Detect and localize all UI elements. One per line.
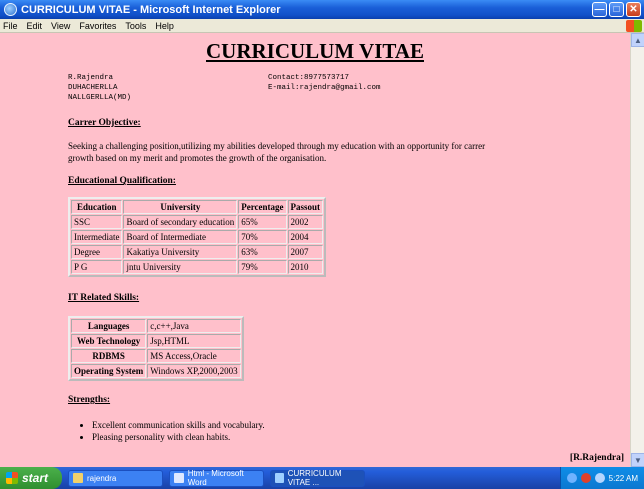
task-label: CURRICULUM VITAE ... <box>287 469 342 487</box>
table-cell: Board of Intermediate <box>123 230 238 244</box>
maximize-icon: □ <box>613 3 620 15</box>
vertical-scrollbar[interactable]: ▲ ▼ <box>630 33 644 467</box>
scroll-up-button[interactable]: ▲ <box>631 33 644 47</box>
minimize-button[interactable]: — <box>592 2 607 17</box>
table-row: P G jntu University 79% 2010 <box>71 260 324 274</box>
taskbar-item-ie[interactable]: CURRICULUM VITAE ... <box>270 469 365 487</box>
skill-label: RDBMS <box>71 349 147 363</box>
strengths-list: Excellent communication skills and vocab… <box>80 419 265 443</box>
table-cell: 65% <box>238 215 287 229</box>
skill-label: Web Technology <box>71 334 147 348</box>
objective-text: Seeking a challenging position,utilizing… <box>68 141 486 163</box>
table-cell: Intermediate <box>71 230 123 244</box>
security-icon[interactable] <box>580 473 591 483</box>
task-label: Html - Microsoft Word <box>187 469 244 487</box>
skill-value: MS Access,Oracle <box>147 349 241 363</box>
table-cell: SSC <box>71 215 123 229</box>
column-header: University <box>123 200 238 214</box>
task-label: rajendra <box>87 473 117 483</box>
candidate-name: R.Rajendra <box>68 74 114 82</box>
start-button[interactable]: start <box>0 467 62 489</box>
window-controls: — □ ✕ <box>592 2 641 17</box>
column-header: Passout <box>287 200 324 214</box>
table-cell: 2007 <box>287 245 324 259</box>
list-item: Pleasing personality with clean habits. <box>92 431 265 443</box>
education-heading: Educational Qualification: <box>68 176 176 186</box>
minimize-icon: — <box>594 3 605 15</box>
windows-flag-icon <box>6 472 18 484</box>
windows-logo-icon <box>626 20 642 32</box>
contact-block: Contact:8977573717 E-mail:rajendra@gmail… <box>268 73 381 93</box>
table-row: Intermediate Board of Intermediate 70% 2… <box>71 230 324 244</box>
objective-heading: Carrer Objective: <box>68 118 141 128</box>
clock: 5:22 AM <box>608 473 638 483</box>
page-title: CURRICULUM VITAE <box>206 39 424 63</box>
title-bar: CURRICULUM VITAE - Microsoft Internet Ex… <box>0 0 644 19</box>
start-label: start <box>22 471 49 485</box>
table-header-row: Education University Percentage Passout <box>71 200 324 214</box>
address-block: R.Rajendra DUHACHERLLA NALLGERLLA(MD) <box>68 73 131 103</box>
table-cell: 63% <box>238 245 287 259</box>
table-cell: Degree <box>71 245 123 259</box>
table-row: Degree Kakatiya University 63% 2007 <box>71 245 324 259</box>
skill-label: Operating System <box>71 364 147 378</box>
contact-email: E-mail:rajendra@gmail.com <box>268 84 381 92</box>
folder-icon <box>73 473 83 483</box>
table-row: Languages c,c++,Java <box>71 319 241 333</box>
table-cell: 2002 <box>287 215 324 229</box>
ie-task-icon <box>275 473 284 483</box>
skills-table: Languages c,c++,Java Web Technology Jsp,… <box>68 316 244 381</box>
word-icon <box>174 473 184 483</box>
close-button[interactable]: ✕ <box>626 2 641 17</box>
list-item: Excellent communication skills and vocab… <box>92 419 265 431</box>
table-cell: 2010 <box>287 260 324 274</box>
strengths-heading: Strengths: <box>68 395 111 405</box>
signature: [R.Rajendra] <box>569 453 624 463</box>
taskbar: start rajendra Html - Microsoft Word CUR… <box>0 467 644 489</box>
chevron-down-icon: ▼ <box>634 455 642 465</box>
menu-help[interactable]: Help <box>155 21 174 31</box>
menu-edit[interactable]: Edit <box>27 21 43 31</box>
volume-icon[interactable] <box>594 473 605 483</box>
table-row: Operating System Windows XP,2000,2003 <box>71 364 241 378</box>
scroll-down-button[interactable]: ▼ <box>631 453 644 467</box>
table-cell: Kakatiya University <box>123 245 238 259</box>
skill-value: Windows XP,2000,2003 <box>147 364 241 378</box>
table-cell: 2004 <box>287 230 324 244</box>
table-cell: P G <box>71 260 123 274</box>
address-line-1: DUHACHERLLA <box>68 84 118 92</box>
table-cell: jntu University <box>123 260 238 274</box>
contact-phone: Contact:8977573717 <box>268 74 350 82</box>
menu-favorites[interactable]: Favorites <box>79 21 116 31</box>
skill-value: c,c++,Java <box>147 319 241 333</box>
taskbar-item-folder[interactable]: rajendra <box>68 469 163 487</box>
education-table: Education University Percentage Passout … <box>68 197 327 277</box>
skill-value: Jsp,HTML <box>147 334 241 348</box>
skills-heading: IT Related Skills: <box>68 293 140 303</box>
table-row: SSC Board of secondary education 65% 200… <box>71 215 324 229</box>
column-header: Percentage <box>238 200 287 214</box>
menu-tools[interactable]: Tools <box>125 21 146 31</box>
column-header: Education <box>71 200 123 214</box>
taskbar-item-word[interactable]: Html - Microsoft Word <box>169 469 264 487</box>
table-cell: 70% <box>238 230 287 244</box>
table-row: RDBMS MS Access,Oracle <box>71 349 241 363</box>
menu-file[interactable]: File <box>3 21 18 31</box>
page-content: CURRICULUM VITAE R.Rajendra DUHACHERLLA … <box>0 33 630 467</box>
table-cell: 79% <box>238 260 287 274</box>
chevron-up-icon: ▲ <box>634 35 642 45</box>
window-title: CURRICULUM VITAE - Microsoft Internet Ex… <box>21 3 281 16</box>
address-line-2: NALLGERLLA(MD) <box>68 94 132 102</box>
table-row: Web Technology Jsp,HTML <box>71 334 241 348</box>
skill-label: Languages <box>71 319 147 333</box>
menu-bar: File Edit View Favorites Tools Help <box>0 19 644 33</box>
close-icon: ✕ <box>629 3 638 15</box>
system-tray: 5:22 AM <box>560 467 644 489</box>
network-icon[interactable] <box>566 473 577 483</box>
table-cell: Board of secondary education <box>123 215 238 229</box>
menu-view[interactable]: View <box>51 21 70 31</box>
maximize-button[interactable]: □ <box>609 2 624 17</box>
ie-icon <box>4 3 17 16</box>
